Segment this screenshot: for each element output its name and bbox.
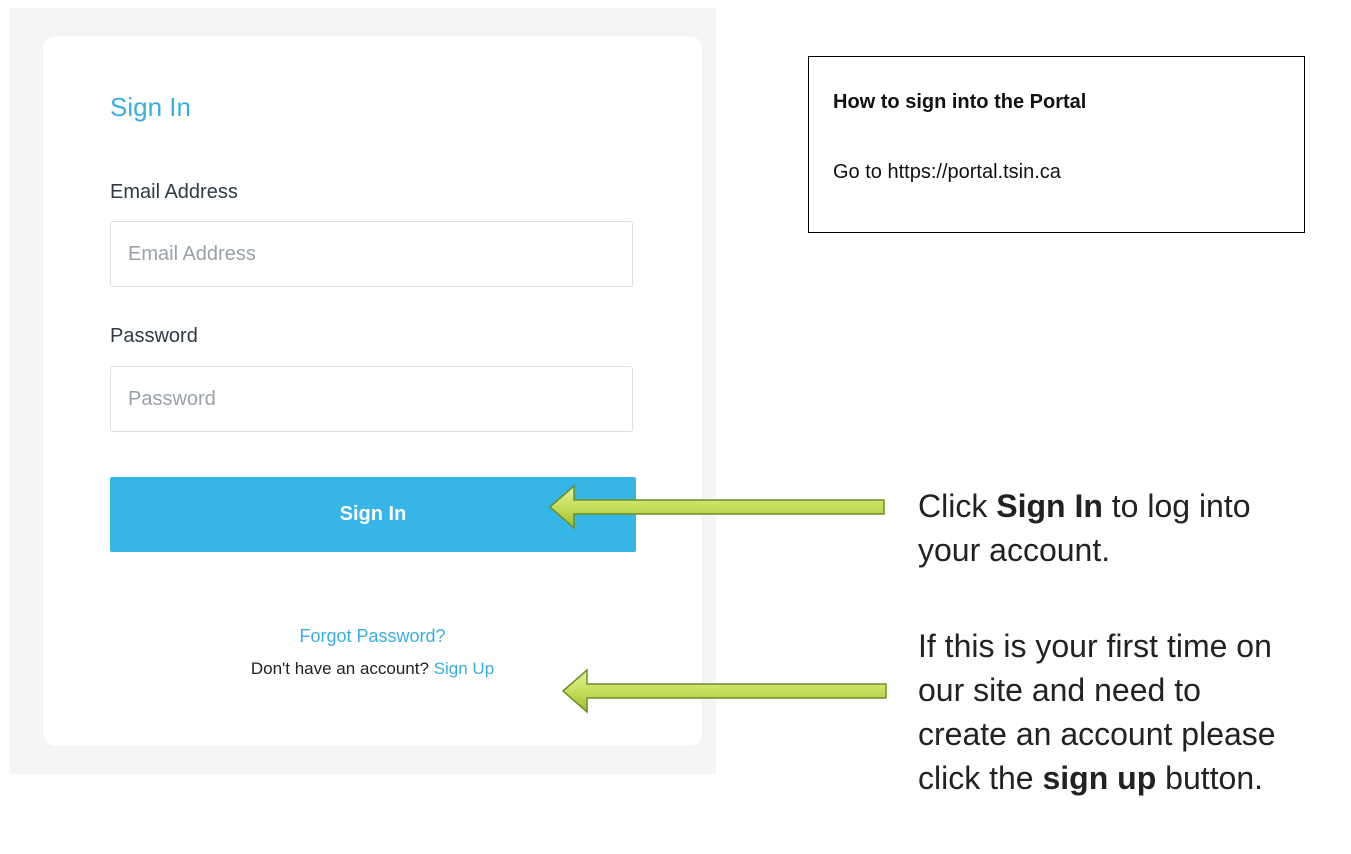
callout-text: your account. (918, 532, 1111, 568)
callout-bold: Sign In (996, 488, 1103, 524)
signup-prompt: Don't have an account? (250, 659, 429, 678)
sign-up-callout: If this is your first time on our site a… (918, 624, 1338, 800)
email-field[interactable] (110, 221, 633, 287)
callout-text: If this is your first time on (918, 628, 1272, 664)
page-title: Sign In (110, 92, 191, 122)
callout-text: Click (918, 488, 997, 524)
forgot-password-link[interactable]: Forgot Password? (43, 626, 702, 647)
callout-text: our site and need to (918, 672, 1201, 708)
callout-text: create an account please (918, 716, 1276, 752)
callout-line: click the sign up button. (918, 756, 1338, 800)
callout-text: click the (918, 760, 1043, 796)
password-label: Password (110, 325, 198, 347)
info-heading: How to sign into the Portal (833, 91, 1087, 113)
info-box: How to sign into the Portal Go to https:… (808, 56, 1305, 233)
callout-bold: sign up (1042, 760, 1157, 796)
password-field[interactable] (110, 366, 633, 432)
left-arrow-icon (561, 668, 887, 714)
left-arrow-icon (548, 484, 885, 530)
callout-text: button. (1156, 760, 1263, 796)
login-card: Sign In Email Address Password Sign In F… (43, 36, 702, 746)
callout-text: to log into (1102, 488, 1251, 524)
info-text: Go to https://portal.tsin.ca (833, 161, 1061, 183)
email-label: Email Address (110, 181, 238, 203)
sign-in-callout: Click Sign In to log into your account. (918, 484, 1338, 572)
login-screenshot: Sign In Email Address Password Sign In F… (10, 8, 716, 774)
sign-up-link[interactable]: Sign Up (434, 659, 494, 678)
